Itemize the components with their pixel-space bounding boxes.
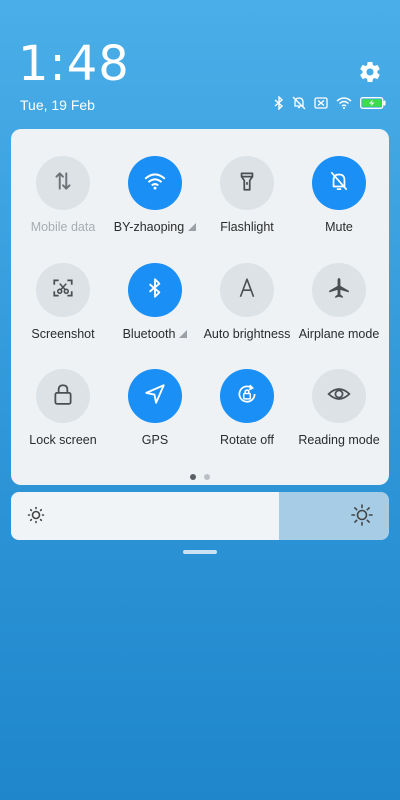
mute-icon xyxy=(292,96,306,110)
tile-toggle-button[interactable] xyxy=(128,156,182,210)
tile-label: Auto brightness xyxy=(203,327,291,341)
tile-toggle-button[interactable] xyxy=(220,156,274,210)
mobile-data-icon xyxy=(51,169,75,198)
tile-reading-mode[interactable]: Reading mode xyxy=(292,369,386,447)
brightness-fill xyxy=(11,492,280,540)
tile-toggle-button[interactable] xyxy=(312,263,366,317)
brightness-slider[interactable] xyxy=(11,492,389,540)
tile-auto-brightness[interactable]: Auto brightness xyxy=(200,263,294,341)
tile-label: Lock screen xyxy=(29,433,97,447)
tile-toggle-button[interactable] xyxy=(128,369,182,423)
tile-airplane-mode[interactable]: Airplane mode xyxy=(292,263,386,341)
page-dot[interactable] xyxy=(204,474,210,480)
quick-settings-panel: Mobile data BY-zhaoping Flashlight Mute Scre… xyxy=(11,129,389,485)
tile-bluetooth[interactable]: Bluetooth xyxy=(108,263,202,341)
no-sim-icon xyxy=(314,97,328,109)
tile-mobile-data[interactable]: Mobile data xyxy=(16,156,110,234)
rotate-lock-icon xyxy=(235,382,259,411)
bluetooth-icon xyxy=(274,96,284,110)
expand-arrow-icon[interactable] xyxy=(179,330,188,338)
tile-label: Bluetooth xyxy=(108,327,202,341)
expand-arrow-icon[interactable] xyxy=(188,223,197,231)
bluetooth-icon xyxy=(143,276,167,305)
gear-icon[interactable] xyxy=(358,60,382,84)
tile-toggle-button[interactable] xyxy=(36,369,90,423)
tile-label: Screenshot xyxy=(31,327,95,341)
tile-label: Mute xyxy=(325,220,353,234)
tile-toggle-button[interactable] xyxy=(128,263,182,317)
airplane-icon xyxy=(327,276,351,305)
status-icons xyxy=(274,96,386,110)
clock-time: 1:48 xyxy=(18,36,130,92)
gps-icon xyxy=(143,382,167,411)
drag-handle[interactable] xyxy=(183,550,217,554)
wifi-icon xyxy=(143,169,167,198)
screenshot-icon xyxy=(51,276,75,305)
tile-label: Airplane mode xyxy=(298,327,380,341)
wifi-icon xyxy=(336,97,352,109)
page-indicator xyxy=(11,474,389,480)
tile-label: BY-zhaoping xyxy=(108,220,202,234)
battery-charging-icon xyxy=(360,97,386,109)
tile-gps[interactable]: GPS xyxy=(108,369,202,447)
brightness-low-icon xyxy=(27,506,45,524)
brightness-high-icon xyxy=(351,504,373,526)
tile-label: Flashlight xyxy=(220,220,274,234)
tile-toggle-button[interactable] xyxy=(36,156,90,210)
tile-label: Mobile data xyxy=(30,220,96,234)
tile-label: GPS xyxy=(141,433,169,447)
eye-icon xyxy=(327,382,351,411)
tile-flashlight[interactable]: Flashlight xyxy=(200,156,294,234)
tile-by-zhaoping[interactable]: BY-zhaoping xyxy=(108,156,202,234)
date-label: Tue, 19 Feb xyxy=(20,97,95,113)
tile-toggle-button[interactable] xyxy=(36,263,90,317)
tile-toggle-button[interactable] xyxy=(312,156,366,210)
page-dot[interactable] xyxy=(190,474,196,480)
lock-icon xyxy=(51,382,75,411)
auto-brightness-icon xyxy=(235,276,259,305)
tile-mute[interactable]: Mute xyxy=(292,156,386,234)
tile-rotate-off[interactable]: Rotate off xyxy=(200,369,294,447)
tile-toggle-button[interactable] xyxy=(220,369,274,423)
tile-label: Reading mode xyxy=(298,433,380,447)
tile-screenshot[interactable]: Screenshot xyxy=(16,263,110,341)
tile-lock-screen[interactable]: Lock screen xyxy=(16,369,110,447)
mute-icon xyxy=(327,169,351,198)
tile-toggle-button[interactable] xyxy=(220,263,274,317)
flashlight-icon xyxy=(235,169,259,198)
tile-toggle-button[interactable] xyxy=(312,369,366,423)
tile-label: Rotate off xyxy=(220,433,274,447)
